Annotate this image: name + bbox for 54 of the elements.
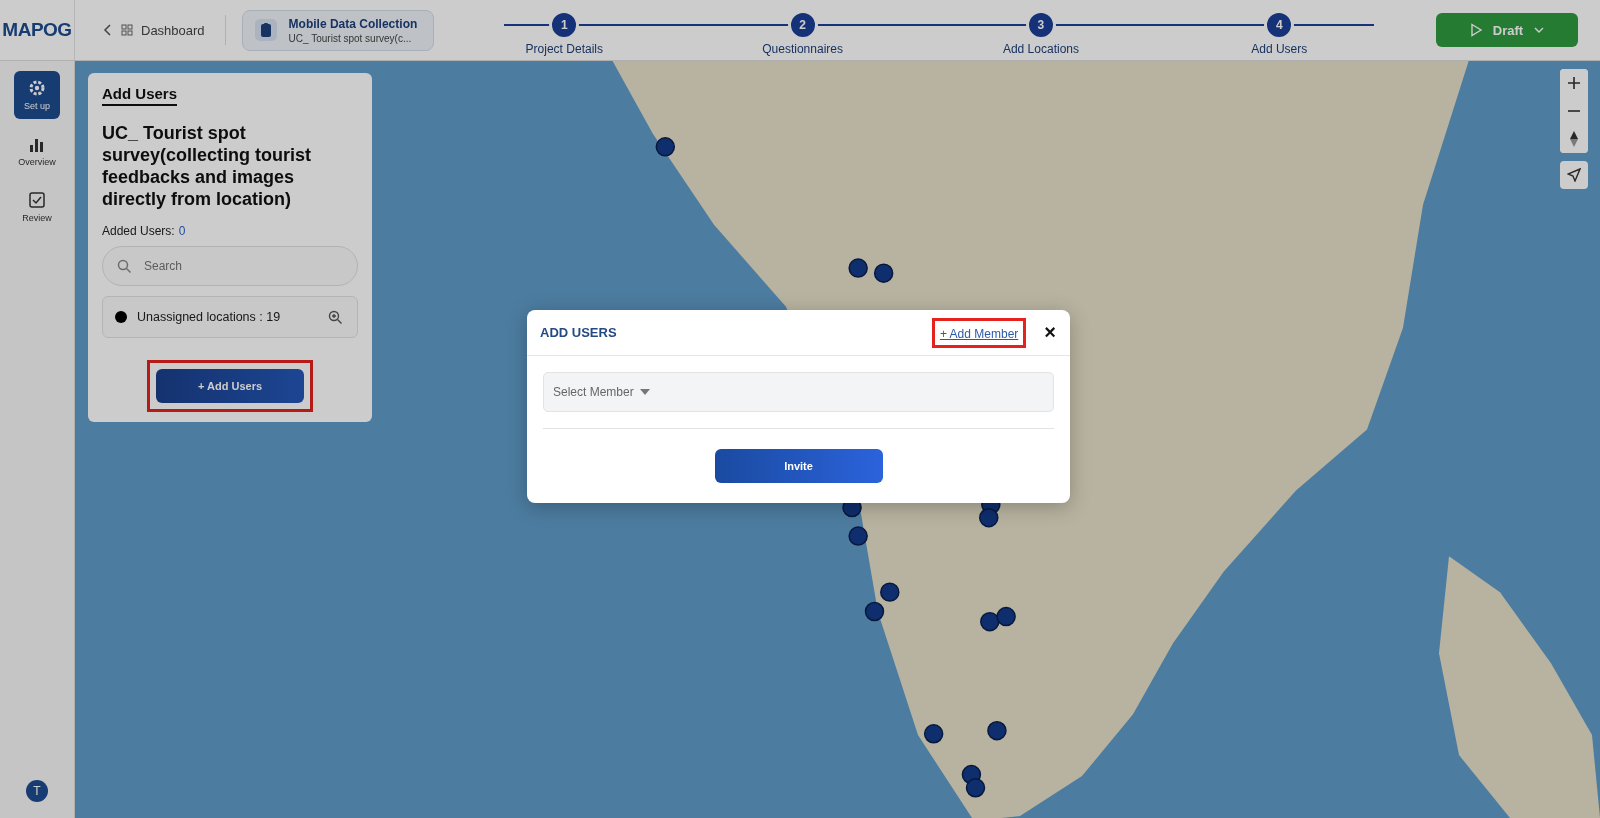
caret-icon [639, 389, 650, 395]
project-title: Mobile Data Collection [288, 16, 418, 31]
panel-tab[interactable]: Add Users [102, 85, 178, 106]
map-pin[interactable] [979, 508, 999, 528]
add-users-button[interactable]: + Add Users [156, 369, 304, 403]
chevron-left-icon[interactable] [103, 24, 113, 36]
map-pin[interactable] [848, 258, 868, 278]
map-pin[interactable] [655, 137, 676, 157]
project-chip[interactable]: Mobile Data Collection UC_ Tourist spot survey(c... [241, 9, 435, 51]
step-number[interactable]: 3 [1025, 10, 1056, 40]
member-select[interactable]: Select Member [543, 372, 1054, 412]
added-users-count: 0 [178, 224, 186, 238]
dialog-title: ADD USERS [540, 325, 618, 340]
locate-icon[interactable] [1560, 161, 1588, 189]
grid-icon [121, 24, 133, 36]
search-icon [117, 258, 132, 274]
survey-title: UC_ Tourist spot survey(collecting tourist feedbacks and images directly from location) [102, 122, 313, 210]
logo: MAPOG [0, 0, 75, 60]
search-input[interactable]: Search [142, 258, 343, 274]
clipboard-icon [254, 19, 277, 41]
step-label[interactable]: Project Details [525, 42, 603, 56]
map-pin[interactable] [873, 263, 894, 283]
gear-icon [28, 79, 46, 97]
step-number[interactable]: 4 [1264, 10, 1295, 40]
step-label[interactable]: Add Locations [1002, 42, 1079, 56]
sidebar-item[interactable]: Review [14, 183, 60, 231]
play-icon [1468, 23, 1483, 37]
add-member-link[interactable]: + Add Member [939, 326, 1019, 341]
sidebar-item[interactable]: Overview [14, 127, 60, 175]
map-pin[interactable] [848, 526, 868, 546]
added-users-label: Added Users: [102, 224, 175, 238]
search-field[interactable]: Search [102, 246, 358, 286]
invite-button[interactable]: Invite [714, 449, 883, 483]
map-pin[interactable] [923, 724, 944, 744]
sidebar-item[interactable]: Set up [14, 71, 60, 119]
unassigned-row[interactable]: Unassigned locations : 19 [102, 296, 358, 338]
map-pin[interactable] [880, 582, 900, 602]
map-pin[interactable] [980, 611, 1000, 632]
step-number[interactable]: 2 [787, 10, 818, 40]
step-label[interactable]: Questionnaires [762, 42, 843, 56]
checkbox-icon [28, 191, 46, 209]
dashboard-link[interactable]: Dashboard [141, 22, 205, 38]
close-button[interactable]: × [1044, 321, 1056, 344]
step-label[interactable]: Add Users [1251, 42, 1308, 56]
step-number[interactable]: 1 [549, 10, 580, 40]
map-pin[interactable] [864, 601, 885, 622]
map-pin[interactable] [965, 778, 986, 798]
zoom-in-icon[interactable] [328, 309, 343, 325]
map-pin[interactable] [987, 721, 1007, 741]
user-avatar[interactable]: T [26, 780, 48, 802]
map-pin[interactable] [996, 606, 1016, 627]
project-subtitle: UC_ Tourist spot survey(c... [288, 32, 413, 44]
chevron-down-icon [1533, 26, 1546, 34]
unassigned-label: Unassigned locations : 19 [137, 310, 282, 324]
